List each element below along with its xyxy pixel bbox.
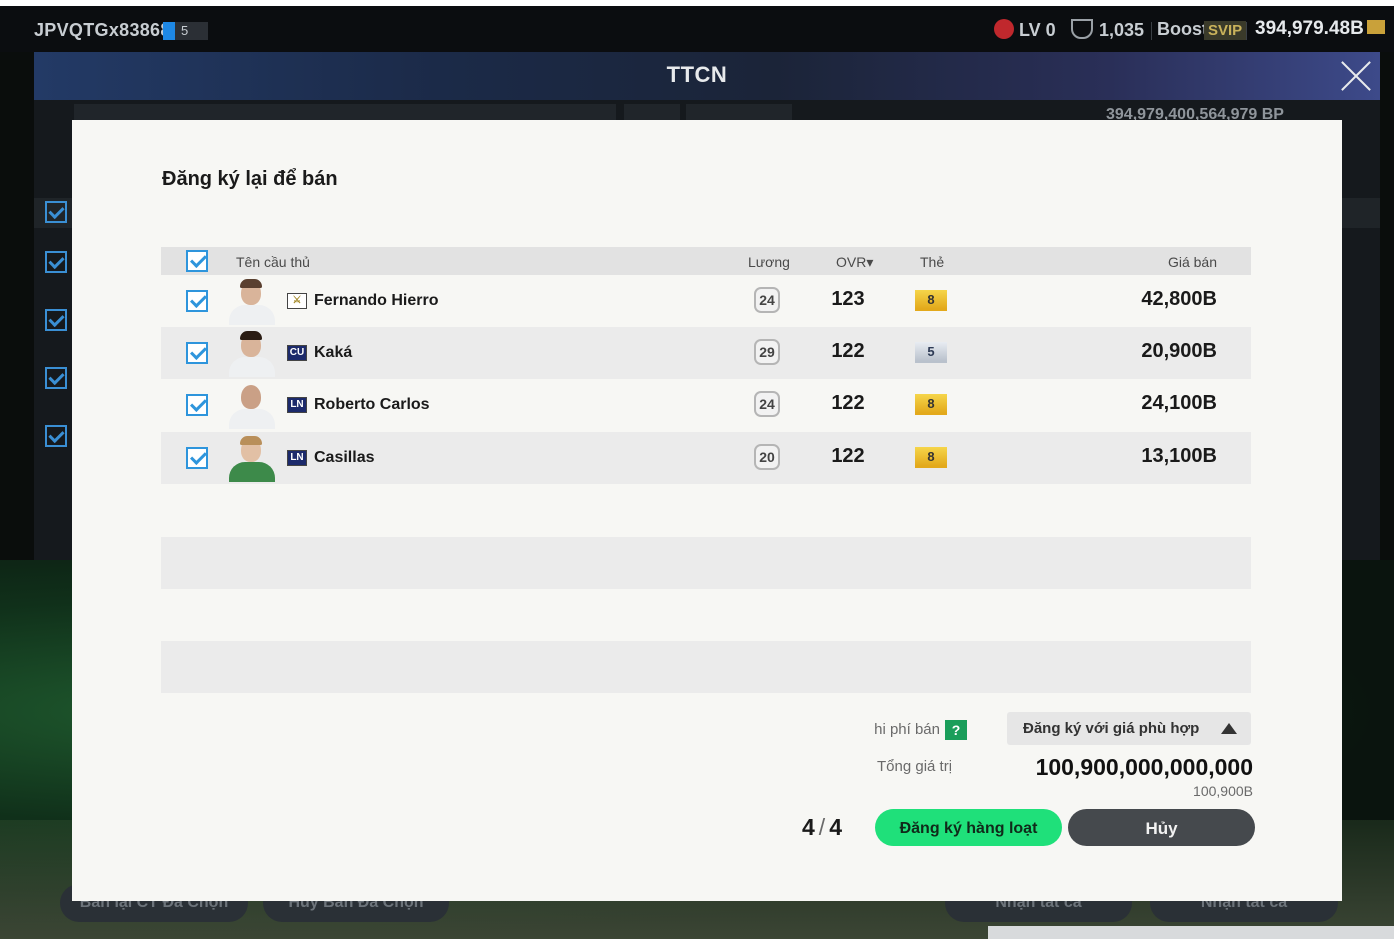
table-row[interactable]: LN Roberto Carlos 24 122 8 24,100B <box>161 379 1251 431</box>
trophy-count: 1,035 <box>1099 20 1145 40</box>
table-row[interactable]: ⚔ Fernando Hierro 24 123 8 42,800B <box>161 275 1251 327</box>
sell-price: 42,800B <box>1141 288 1217 310</box>
row-checkbox[interactable] <box>186 447 208 469</box>
trophy-counter[interactable]: 1,035 <box>1071 19 1144 41</box>
count-selected: 4 <box>802 814 815 840</box>
player-avatar <box>227 381 277 429</box>
lv-text: LV 0 <box>1019 20 1056 40</box>
flag-icon <box>163 22 175 40</box>
resell-modal: Đăng ký lại để bán Tên cầu thủ Lương OVR… <box>72 120 1342 901</box>
player-avatar <box>227 277 277 325</box>
page-title: TTCN <box>666 62 728 87</box>
column-name: Tên cầu thủ <box>236 254 310 270</box>
divider <box>1246 22 1247 40</box>
selection-count: 4/4 <box>802 814 842 841</box>
player-name: Roberto Carlos <box>314 396 430 413</box>
total-value: 100,900,000,000,000 <box>1035 754 1253 780</box>
column-ovr[interactable]: OVR▾ <box>836 254 873 271</box>
chevron-up-icon <box>1221 723 1237 734</box>
total-short-value: 100,900B <box>1193 783 1253 799</box>
row-checkbox[interactable] <box>186 342 208 364</box>
background-checkbox[interactable] <box>45 251 67 273</box>
player-avatar <box>227 434 277 482</box>
card-grade: 8 <box>915 290 947 311</box>
ovr-value: 122 <box>831 392 865 414</box>
wage-badge: 24 <box>754 391 780 417</box>
table-row[interactable]: LN Casillas 20 122 8 13,100B <box>161 432 1251 484</box>
sell-price: 24,100B <box>1141 392 1217 414</box>
background-checkbox[interactable] <box>45 309 67 331</box>
user-level-badge: 5 <box>163 22 208 40</box>
boost-label[interactable]: Boost <box>1157 19 1208 40</box>
modal-title: Đăng ký lại để bán <box>162 168 338 190</box>
column-price[interactable]: Giá bán <box>1168 254 1217 270</box>
divider <box>1151 22 1152 40</box>
count-separator: / <box>818 814 826 840</box>
sell-price: 13,100B <box>1141 445 1217 467</box>
user-id: JPVQTGx838688 <box>34 20 181 40</box>
count-total: 4 <box>829 814 842 840</box>
empty-row <box>161 641 1251 693</box>
cancel-button[interactable]: Hủy <box>1068 809 1255 846</box>
money-balance[interactable]: 394,979.48B <box>1255 18 1385 40</box>
fee-label: Chi phí bán <box>875 721 940 738</box>
background-summary: 394,979,400,564,979 BP <box>1106 106 1284 120</box>
card-grade: 8 <box>915 447 947 468</box>
card-grade: 8 <box>915 394 947 415</box>
background-checkbox[interactable] <box>45 201 67 223</box>
background-checkbox[interactable] <box>45 425 67 447</box>
fee-option-value: Đăng ký với giá phù hợp <box>1023 720 1200 737</box>
club-badge-icon: ⚔ <box>287 293 307 309</box>
bp-coin-icon <box>1366 20 1385 34</box>
lv-indicator[interactable]: LV 0 <box>994 19 1056 41</box>
column-wage[interactable]: Lương <box>748 254 790 270</box>
player-name: Kaká <box>314 344 353 361</box>
season-badge-icon: LN <box>287 450 307 466</box>
season-badge-icon: LN <box>287 397 307 413</box>
table-row[interactable]: CU Kaká 29 122 5 20,900B <box>161 327 1251 379</box>
money-amount: 394,979.48B <box>1255 18 1364 39</box>
angry-face-icon <box>994 19 1014 39</box>
bulk-register-button[interactable]: Đăng ký hàng loạt <box>875 809 1062 846</box>
wage-badge: 24 <box>754 287 780 313</box>
fee-label-text: Chi phí bán <box>875 721 940 738</box>
trophy-icon <box>1071 19 1093 39</box>
row-checkbox[interactable] <box>186 290 208 312</box>
bottom-info-bar <box>988 926 1394 939</box>
player-name: Fernando Hierro <box>314 292 439 309</box>
close-icon[interactable] <box>1338 58 1374 94</box>
help-icon[interactable]: ? <box>945 720 967 740</box>
column-card[interactable]: Thẻ <box>920 254 944 270</box>
ovr-value: 122 <box>831 445 865 467</box>
player-avatar <box>227 329 277 377</box>
player-name: Casillas <box>314 449 375 466</box>
svip-badge[interactable]: SVIP <box>1204 21 1247 40</box>
select-all-checkbox[interactable] <box>186 250 208 272</box>
table-header: Tên cầu thủ Lương OVR▾ Thẻ Giá bán <box>161 247 1251 275</box>
total-label: Tổng giá trị <box>877 758 951 775</box>
ovr-value: 122 <box>831 340 865 362</box>
card-grade: 5 <box>915 342 947 363</box>
empty-row <box>161 537 1251 589</box>
row-checkbox[interactable] <box>186 394 208 416</box>
wage-badge: 20 <box>754 444 780 470</box>
background-checkbox[interactable] <box>45 367 67 389</box>
season-badge-icon: CU <box>287 345 307 361</box>
user-level-number: 5 <box>181 23 189 38</box>
ovr-value: 123 <box>831 288 865 310</box>
sell-price: 20,900B <box>1141 340 1217 362</box>
wage-badge: 29 <box>754 339 780 365</box>
fee-option-dropdown[interactable]: Đăng ký với giá phù hợp <box>1007 712 1251 745</box>
